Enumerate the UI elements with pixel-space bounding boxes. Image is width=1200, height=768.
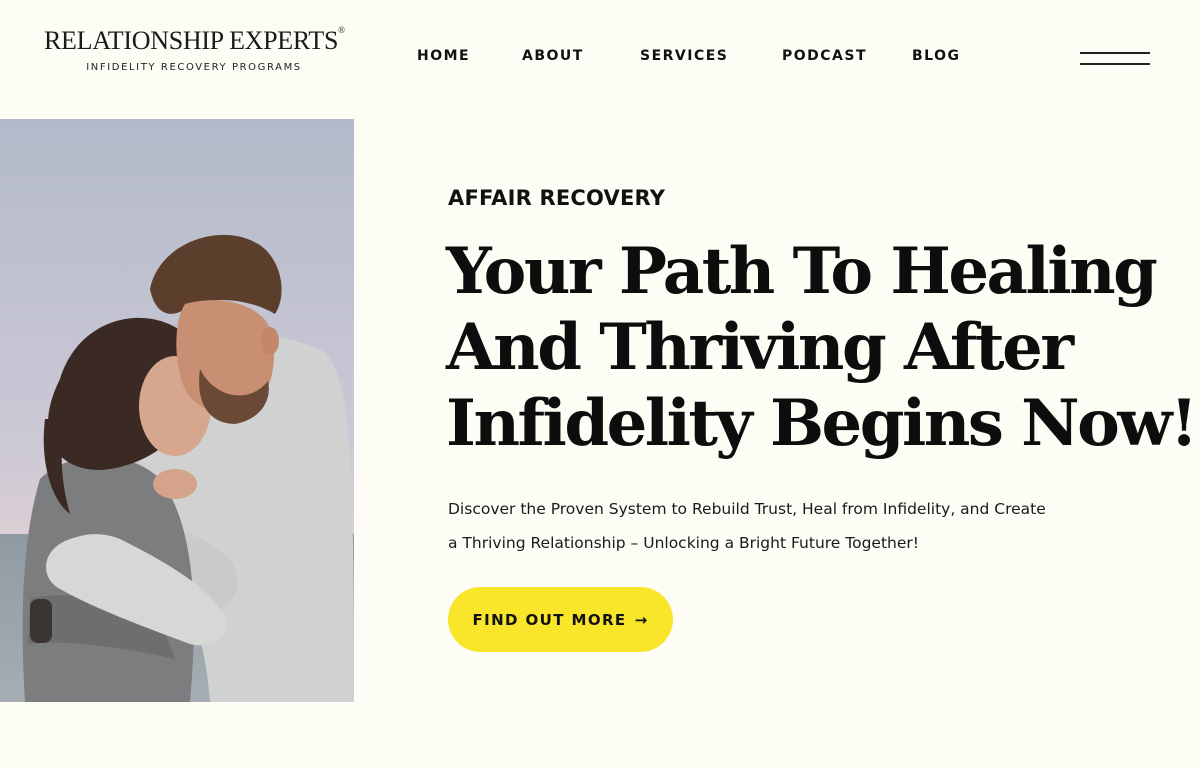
hero-photo (0, 119, 354, 702)
registered-mark: ® (338, 25, 345, 35)
headline-line-2: And Thriving After (446, 310, 1074, 385)
arrow-right-icon: → (634, 610, 649, 629)
cta-label: FIND OUT MORE (472, 610, 627, 629)
description-line-2: a Thriving Relationship – Unlocking a Br… (448, 534, 919, 552)
find-out-more-button[interactable]: FIND OUT MORE → (448, 587, 673, 652)
nav-home[interactable]: HOME (417, 48, 470, 64)
nav-blog[interactable]: BLOG (912, 48, 961, 64)
hero-description: Discover the Proven System to Rebuild Tr… (448, 492, 1088, 560)
nav-podcast[interactable]: PODCAST (782, 48, 867, 64)
brand-name-text: RELATIONSHIP EXPERTS (44, 26, 339, 55)
menu-line-top (1080, 52, 1150, 54)
headline-line-1: Your Path To Healing (446, 234, 1158, 309)
brand-logo[interactable]: RELATIONSHIP EXPERTS® INFIDELITY RECOVER… (44, 25, 345, 74)
hero-headline: Your Path To Healing And Thriving After … (446, 234, 1198, 462)
nav-services[interactable]: SERVICES (640, 48, 728, 64)
couple-embracing-image (0, 119, 354, 702)
menu-line-bottom (1080, 63, 1150, 65)
description-line-1: Discover the Proven System to Rebuild Tr… (448, 500, 1046, 518)
headline-line-3: Infidelity Begins Now! (446, 386, 1198, 461)
hamburger-menu-icon[interactable] (1080, 52, 1150, 66)
brand-tagline: INFIDELITY RECOVERY PROGRAMS (86, 62, 302, 73)
brand-name: RELATIONSHIP EXPERTS® (44, 25, 345, 55)
hero-eyebrow: AFFAIR RECOVERY (448, 186, 666, 210)
nav-about[interactable]: ABOUT (522, 48, 584, 64)
